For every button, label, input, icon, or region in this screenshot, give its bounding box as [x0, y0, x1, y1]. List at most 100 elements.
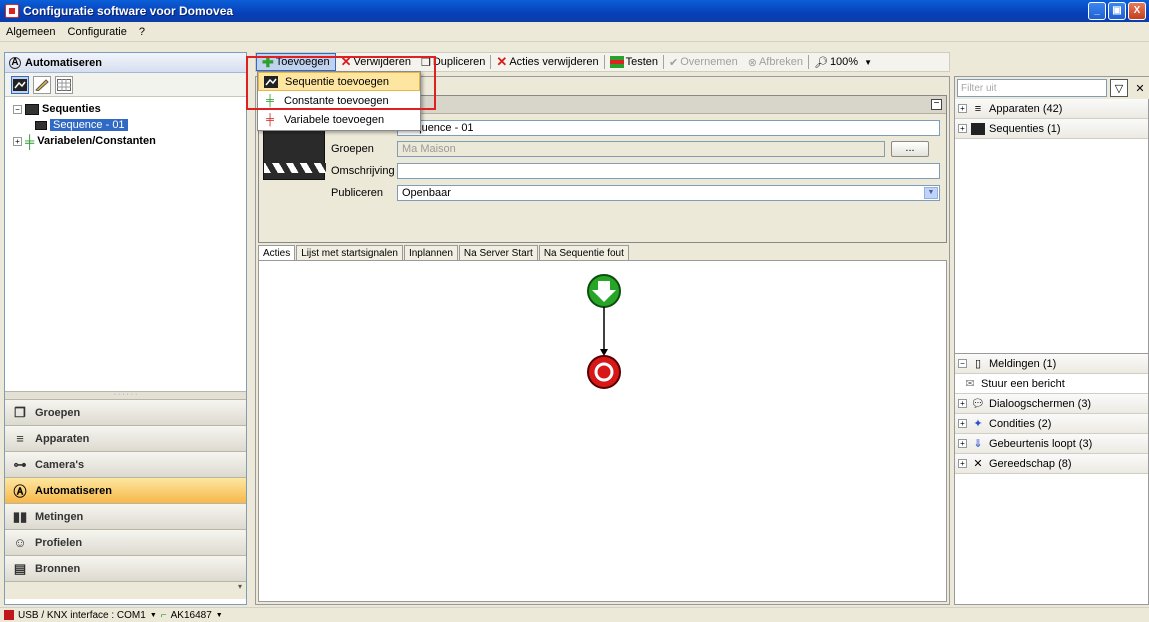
- expand-icon[interactable]: +: [958, 124, 967, 133]
- menu-help[interactable]: ?: [133, 26, 151, 38]
- nav-profielen[interactable]: ☺ Profielen: [5, 529, 246, 555]
- camera-icon: ⊶: [13, 456, 27, 472]
- test-button[interactable]: Testen: [605, 56, 663, 68]
- device-status[interactable]: AK16487: [171, 610, 212, 621]
- tree-label-variables: Variabelen/Constanten: [37, 135, 156, 147]
- automation-icon: Ⓐ: [13, 484, 27, 499]
- expand-icon[interactable]: +: [13, 136, 22, 146]
- expand-icon[interactable]: +: [958, 104, 967, 113]
- actions-canvas[interactable]: [258, 260, 947, 602]
- expand-icon[interactable]: +: [958, 399, 967, 408]
- tab-startsignalen[interactable]: Lijst met startsignalen: [296, 245, 403, 260]
- tree-node-sequence-01[interactable]: Sequence - 01: [13, 117, 246, 133]
- menu-configuratie[interactable]: Configuratie: [62, 26, 133, 38]
- library-item-condities[interactable]: + ✦ Condities (2): [955, 414, 1148, 434]
- left-panel-title: Automatiseren: [25, 56, 103, 69]
- library-item-meldingen[interactable]: − ▯ Meldingen (1): [955, 354, 1148, 374]
- variables-icon: ╪: [25, 133, 35, 149]
- start-node-icon[interactable]: [587, 274, 621, 308]
- delete-actions-button[interactable]: ✕ Acties verwijderen: [491, 54, 603, 70]
- nav-cameras[interactable]: ⊶ Camera's: [5, 451, 246, 477]
- library-item-dialoogschermen[interactable]: + 💬︎ Dialoogschermen (3): [955, 394, 1148, 414]
- tab-inplannen[interactable]: Inplannen: [403, 245, 458, 260]
- collapse-icon[interactable]: −: [13, 104, 22, 114]
- tab-na-sequentie-fout[interactable]: Na Sequentie fout: [538, 245, 629, 260]
- expand-icon[interactable]: +: [958, 419, 967, 428]
- minimize-button[interactable]: _: [1088, 2, 1106, 20]
- nav-groepen[interactable]: ❐ Groepen: [5, 399, 246, 425]
- clear-filter-icon[interactable]: ✕: [1131, 79, 1149, 97]
- tree-node-sequences[interactable]: − Sequenties: [13, 101, 246, 117]
- tree-node-variables[interactable]: + ╪ Variabelen/Constanten: [13, 133, 246, 149]
- window-controls: _ ▣ X: [1088, 2, 1146, 20]
- chevron-down-icon[interactable]: ▼: [924, 187, 938, 199]
- nav-metingen[interactable]: ▮▮ Metingen: [5, 503, 246, 529]
- right-panel: Filter uit ▽ ✕ + ≡ Apparaten (42) + Sequ…: [954, 76, 1149, 605]
- nav-automatiseren[interactable]: Ⓐ Automatiseren: [5, 477, 246, 503]
- sequence-icon: [13, 78, 27, 91]
- left-panel: A Automatiseren − Sequenties Sequence - …: [4, 52, 247, 605]
- left-toolbar: [5, 73, 246, 97]
- library-item-gereedschap[interactable]: + ✕ Gereedschap (8): [955, 454, 1148, 474]
- interface-status[interactable]: USB / KNX interface : COM1: [18, 610, 146, 621]
- chevron-down-icon[interactable]: ▼: [216, 612, 223, 619]
- menu-item-add-variable[interactable]: ╪ Variabele toevoegen: [258, 110, 420, 129]
- notification-icon: ▯: [974, 358, 982, 370]
- test-label: Testen: [625, 56, 659, 68]
- name-row: Sequence - 01: [331, 120, 940, 136]
- collapse-panel-button[interactable]: −: [931, 99, 942, 110]
- delete-actions-label: Acties verwijderen: [509, 56, 599, 68]
- apply-button[interactable]: ✔ Overnemen: [664, 56, 743, 69]
- sequence-tree: − Sequenties Sequence - 01 + ╪ Variabele…: [5, 97, 246, 149]
- publish-label: Publiceren: [331, 187, 383, 199]
- library-item-sequenties[interactable]: + Sequenties (1): [955, 119, 1148, 139]
- publish-select[interactable]: Openbaar ▼: [397, 185, 940, 201]
- library-label: Gebeurtenis loopt (3): [989, 437, 1093, 450]
- filter-bar: Filter uit ▽ ✕: [955, 77, 1149, 99]
- close-button[interactable]: X: [1128, 2, 1146, 20]
- measurements-icon: ▮▮: [12, 508, 28, 524]
- menu-algemeen[interactable]: Algemeen: [0, 26, 62, 38]
- chevron-down-icon[interactable]: ▼: [150, 612, 157, 619]
- end-node-icon[interactable]: [587, 355, 621, 389]
- library-item-gebeurtenis[interactable]: + ⇓ Gebeurtenis loopt (3): [955, 434, 1148, 454]
- grid-icon: [57, 78, 71, 91]
- tree-label-sequence-01[interactable]: Sequence - 01: [50, 119, 128, 131]
- app-icon: [5, 4, 19, 18]
- device-icon: ⌐: [160, 609, 167, 621]
- nav-apparaten[interactable]: ≡ Apparaten: [5, 425, 246, 451]
- mail-icon: ✉: [965, 378, 975, 390]
- description-row: Omschrijving: [331, 163, 940, 179]
- expand-icon[interactable]: +: [958, 439, 967, 448]
- nav-label: Metingen: [35, 510, 84, 523]
- cancel-button[interactable]: ⊗ Afbreken: [743, 56, 808, 69]
- groups-input: Ma Maison: [397, 141, 885, 157]
- publish-value: Openbaar: [402, 187, 451, 199]
- sequence-view-button[interactable]: [11, 75, 29, 94]
- duplicate-label: Dupliceren: [432, 56, 486, 68]
- devices-icon: ≡: [16, 431, 24, 446]
- filter-input[interactable]: Filter uit: [957, 79, 1107, 97]
- tab-na-server-start[interactable]: Na Server Start: [458, 245, 538, 260]
- edit-view-button[interactable]: [33, 75, 51, 94]
- pane-splitter[interactable]: · · · · · ·: [5, 391, 246, 399]
- collapse-icon[interactable]: −: [958, 359, 967, 368]
- groups-browse-button[interactable]: ...: [891, 141, 929, 157]
- highlight-annotation: [246, 56, 436, 110]
- tab-acties[interactable]: Acties: [258, 245, 296, 260]
- library-item-stuur-bericht[interactable]: ✉ Stuur een bericht: [955, 374, 1148, 394]
- library-item-apparaten[interactable]: + ≡ Apparaten (42): [955, 99, 1148, 119]
- grid-view-button[interactable]: [55, 75, 73, 94]
- nav-overflow-button[interactable]: ▾: [5, 581, 246, 599]
- expand-icon[interactable]: +: [958, 459, 967, 468]
- nav-label: Profielen: [35, 536, 83, 549]
- library-label: Dialoogschermen (3): [989, 397, 1092, 410]
- maximize-button[interactable]: ▣: [1108, 2, 1126, 20]
- cancel-icon: ⊗: [747, 56, 757, 69]
- zoom-dropdown[interactable]: 🔎︎ 100% ▼: [809, 56, 877, 69]
- window-title: Configuratie software voor Domovea: [23, 4, 234, 18]
- description-input[interactable]: [397, 163, 940, 179]
- nav-bronnen[interactable]: ▤ Bronnen: [5, 555, 246, 581]
- name-input[interactable]: Sequence - 01: [397, 120, 940, 136]
- filter-icon[interactable]: ▽: [1110, 79, 1128, 97]
